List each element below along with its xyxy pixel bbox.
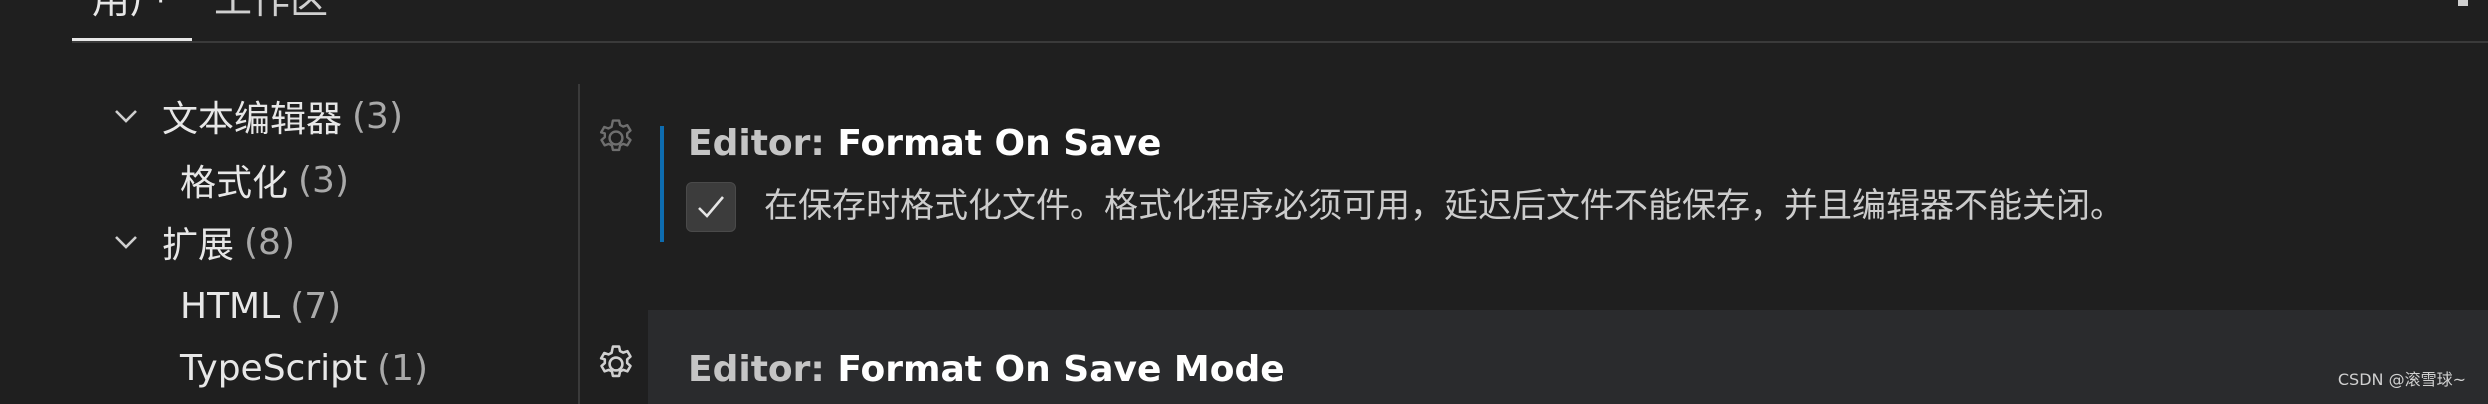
- toc-item-count: (3): [352, 95, 404, 137]
- setting-title: Editor: Format On Save: [688, 122, 1161, 166]
- watermark: CSDN @滚雪球~: [2337, 370, 2466, 389]
- toc-item-label: TypeScript: [180, 347, 368, 389]
- setting-category: Editor:: [688, 123, 838, 164]
- settings-editor: 用户 工作区 文本编辑器 (3) 格式化 (3) 扩展 (8) HTML (7)…: [0, 0, 2488, 404]
- format-on-save-checkbox[interactable]: [686, 182, 736, 232]
- chevron-down-icon: [104, 94, 148, 138]
- checkmark-icon: [698, 196, 724, 218]
- gear-icon[interactable]: [594, 116, 638, 160]
- setting-category: Editor:: [688, 349, 838, 390]
- setting-name: Format On Save Mode: [837, 349, 1285, 390]
- gear-icon[interactable]: [594, 342, 638, 386]
- toc-item-count: (8): [244, 221, 296, 263]
- toc-item-count: (7): [290, 285, 342, 327]
- tab-workspace[interactable]: 工作区: [214, 0, 328, 24]
- toc-item-count: (3): [298, 159, 350, 201]
- toc-item-formatting[interactable]: 格式化 (3): [180, 152, 349, 208]
- setting-description: 在保存时格式化文件。格式化程序必须可用，延迟后文件不能保存，并且编辑器不能关闭。: [764, 186, 2124, 226]
- tabs-divider: [72, 41, 2488, 43]
- toc-item-label: HTML: [180, 285, 281, 327]
- toc-item-extensions[interactable]: 扩展 (8): [104, 214, 295, 270]
- toc-item-count: (1): [377, 347, 429, 389]
- tab-user[interactable]: 用户: [92, 0, 168, 24]
- toolbar-edge-icon: [2458, 0, 2468, 6]
- toc-item-typescript[interactable]: TypeScript (1): [180, 340, 428, 396]
- settings-scope-tabs: 用户 工作区: [0, 0, 2488, 43]
- toc-item-label: 文本编辑器: [162, 99, 343, 140]
- toc-item-html[interactable]: HTML (7): [180, 278, 341, 334]
- setting-name: Format On Save: [837, 123, 1162, 164]
- setting-title: Editor: Format On Save Mode: [688, 348, 1285, 392]
- focus-indicator: [660, 126, 664, 242]
- toc-item-label: 扩展: [162, 225, 235, 266]
- toc-item-label: 格式化: [180, 163, 289, 204]
- toc-item-text-editor[interactable]: 文本编辑器 (3): [104, 88, 403, 144]
- chevron-down-icon: [104, 220, 148, 264]
